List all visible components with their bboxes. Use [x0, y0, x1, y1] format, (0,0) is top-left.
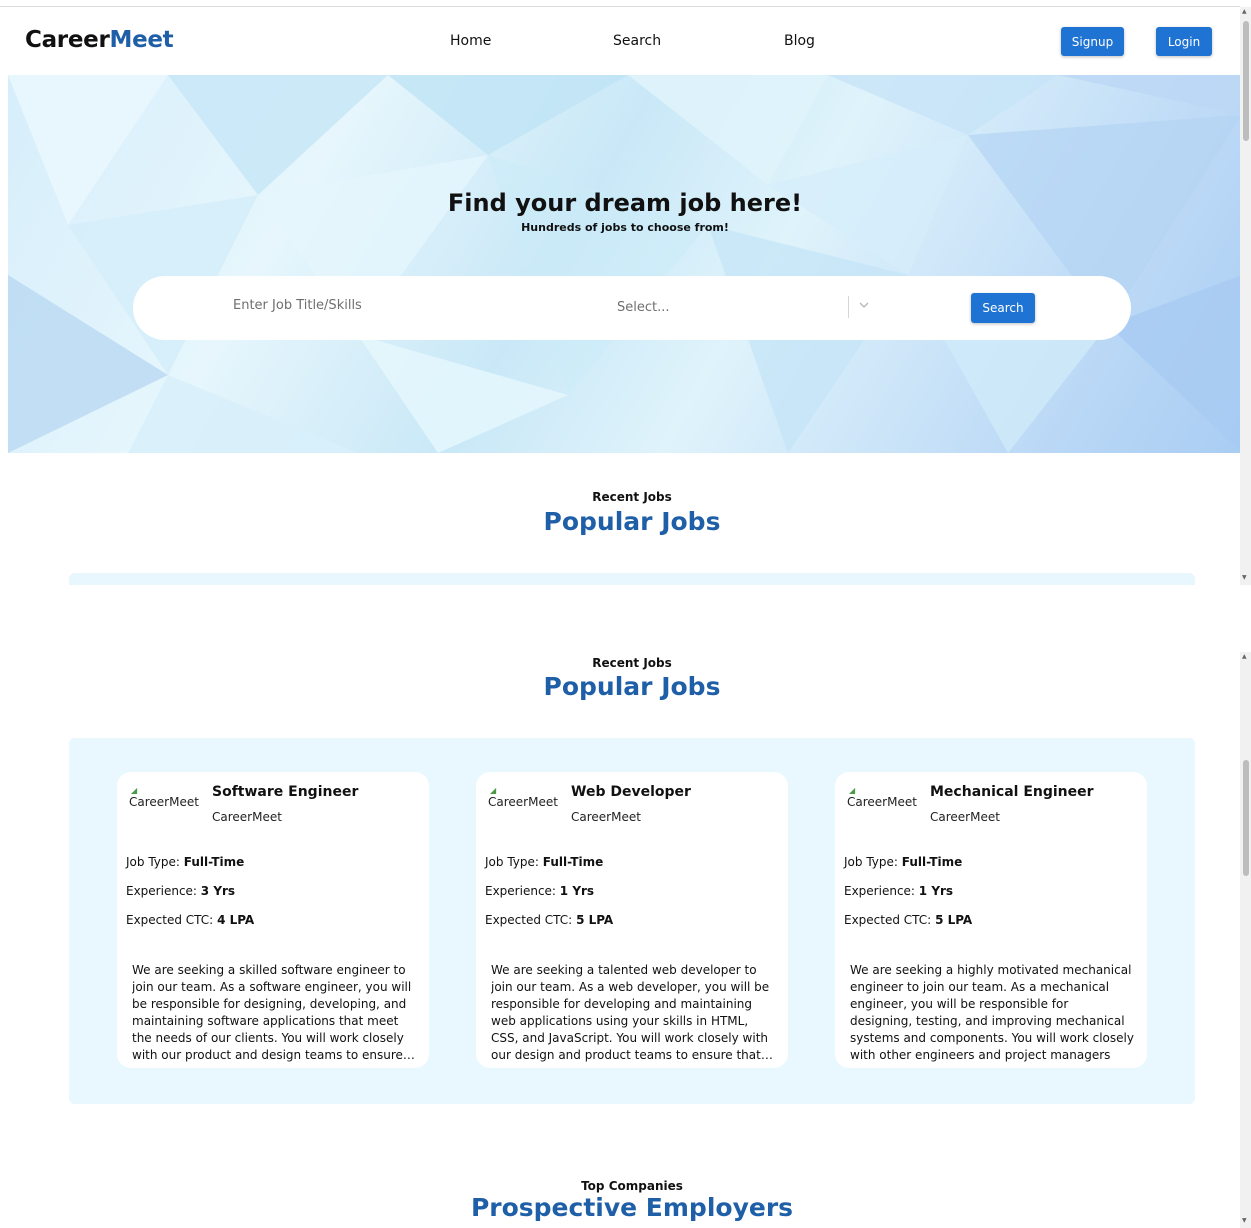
viewport-top: CareerMeet Home Search Blog Signup Login — [0, 0, 1251, 585]
hero-search-button[interactable]: Search — [971, 293, 1035, 323]
experience-row: Experience: 1 Yrs — [844, 884, 954, 898]
nav-blog-link[interactable]: Blog — [784, 33, 815, 49]
location-select[interactable]: Select... — [617, 300, 670, 315]
job-type-row: Job Type: Full-Time — [126, 855, 245, 869]
job-type-row: Job Type: Full-Time — [485, 855, 604, 869]
scroll-up-icon[interactable]: ▲ — [1242, 9, 1247, 15]
job-description: We are seeking a skilled software engine… — [132, 963, 415, 1062]
recent-jobs-eyebrow: Recent Jobs — [592, 490, 672, 504]
hero-background-pattern — [8, 75, 1242, 453]
page-scrollbar[interactable]: ▲ ▼ — [1240, 7, 1251, 585]
job-description: We are seeking a highly motivated mechan… — [850, 963, 1134, 1062]
brand-name-part2: Meet — [109, 27, 174, 53]
experience-row: Experience: 1 Yrs — [485, 884, 595, 898]
company-logo: ◢ CareerMeet — [847, 786, 917, 809]
scrollbar-thumb[interactable] — [1243, 21, 1249, 141]
popular-jobs-title: Popular Jobs — [543, 507, 721, 536]
brand-name-part1: Career — [25, 27, 110, 53]
job-card[interactable]: ◢ CareerMeet Mechanical Engineer CareerM… — [835, 772, 1147, 1068]
ctc-value: 5 LPA — [935, 913, 973, 927]
job-card[interactable]: ◢ CareerMeet Web Developer CareerMeet Jo… — [476, 772, 788, 1068]
company-name: CareerMeet — [212, 810, 282, 824]
ctc-row: Expected CTC: 5 LPA — [844, 913, 973, 927]
nav-home-link[interactable]: Home — [450, 33, 491, 49]
company-logo: ◢ CareerMeet — [488, 786, 558, 809]
navbar: CareerMeet Home Search Blog Signup Login — [8, 7, 1240, 75]
leaf-icon: ◢ — [490, 786, 497, 795]
ctc-row: Expected CTC: 5 LPA — [485, 913, 614, 927]
scroll-down-icon[interactable]: ▼ — [1242, 575, 1247, 581]
scroll-up-icon[interactable]: ▲ — [1242, 654, 1247, 660]
job-type-value: Full-Time — [901, 855, 963, 869]
signup-button[interactable]: Signup — [1061, 27, 1124, 56]
jobs-section-edge — [69, 573, 1195, 585]
job-type-row: Job Type: Full-Time — [844, 855, 963, 869]
login-button[interactable]: Login — [1156, 27, 1212, 56]
company-logo: ◢ CareerMeet — [129, 786, 199, 809]
top-companies-eyebrow: Top Companies — [581, 1179, 683, 1193]
popular-jobs-title: Popular Jobs — [543, 672, 721, 701]
job-title[interactable]: Web Developer — [571, 784, 691, 800]
scrollbar-thumb[interactable] — [1243, 760, 1249, 876]
chevron-down-icon[interactable] — [857, 298, 871, 312]
hero-subtitle: Hundreds of jobs to choose from! — [521, 221, 729, 234]
page-scrollbar[interactable]: ▲ ▼ — [1240, 652, 1251, 1228]
job-title-input[interactable] — [233, 298, 553, 313]
job-type-value: Full-Time — [183, 855, 245, 869]
experience-value: 1 Yrs — [918, 884, 954, 898]
experience-row: Experience: 3 Yrs — [126, 884, 236, 898]
hero-title: Find your dream job here! — [447, 189, 803, 217]
recent-jobs-eyebrow: Recent Jobs — [592, 656, 672, 670]
prospective-employers-title: Prospective Employers — [470, 1193, 794, 1222]
leaf-icon: ◢ — [849, 786, 856, 795]
job-card[interactable]: ◢ CareerMeet Software Engineer CareerMee… — [117, 772, 429, 1068]
job-search-bar: Select... Search — [133, 276, 1131, 340]
experience-value: 3 Yrs — [200, 884, 236, 898]
ctc-row: Expected CTC: 4 LPA — [126, 913, 255, 927]
viewport-bottom: Recent Jobs Popular Jobs ◢ CareerMeet So… — [0, 586, 1251, 1228]
scroll-down-icon[interactable]: ▼ — [1242, 1218, 1247, 1224]
leaf-icon: ◢ — [131, 786, 138, 795]
ctc-value: 5 LPA — [576, 913, 614, 927]
hero-banner: Find your dream job here! Hundreds of jo… — [8, 75, 1242, 453]
select-divider — [848, 296, 849, 318]
job-title[interactable]: Software Engineer — [212, 784, 358, 800]
job-description: We are seeking a talented web developer … — [491, 963, 773, 1062]
job-type-value: Full-Time — [542, 855, 604, 869]
nav-search-link[interactable]: Search — [613, 33, 661, 49]
popular-jobs-container: ◢ CareerMeet Software Engineer CareerMee… — [69, 738, 1195, 1104]
ctc-value: 4 LPA — [217, 913, 255, 927]
job-title[interactable]: Mechanical Engineer — [930, 784, 1094, 800]
company-name: CareerMeet — [571, 810, 641, 824]
company-name: CareerMeet — [930, 810, 1000, 824]
experience-value: 1 Yrs — [559, 884, 595, 898]
brand-logo[interactable]: CareerMeet — [25, 27, 174, 53]
